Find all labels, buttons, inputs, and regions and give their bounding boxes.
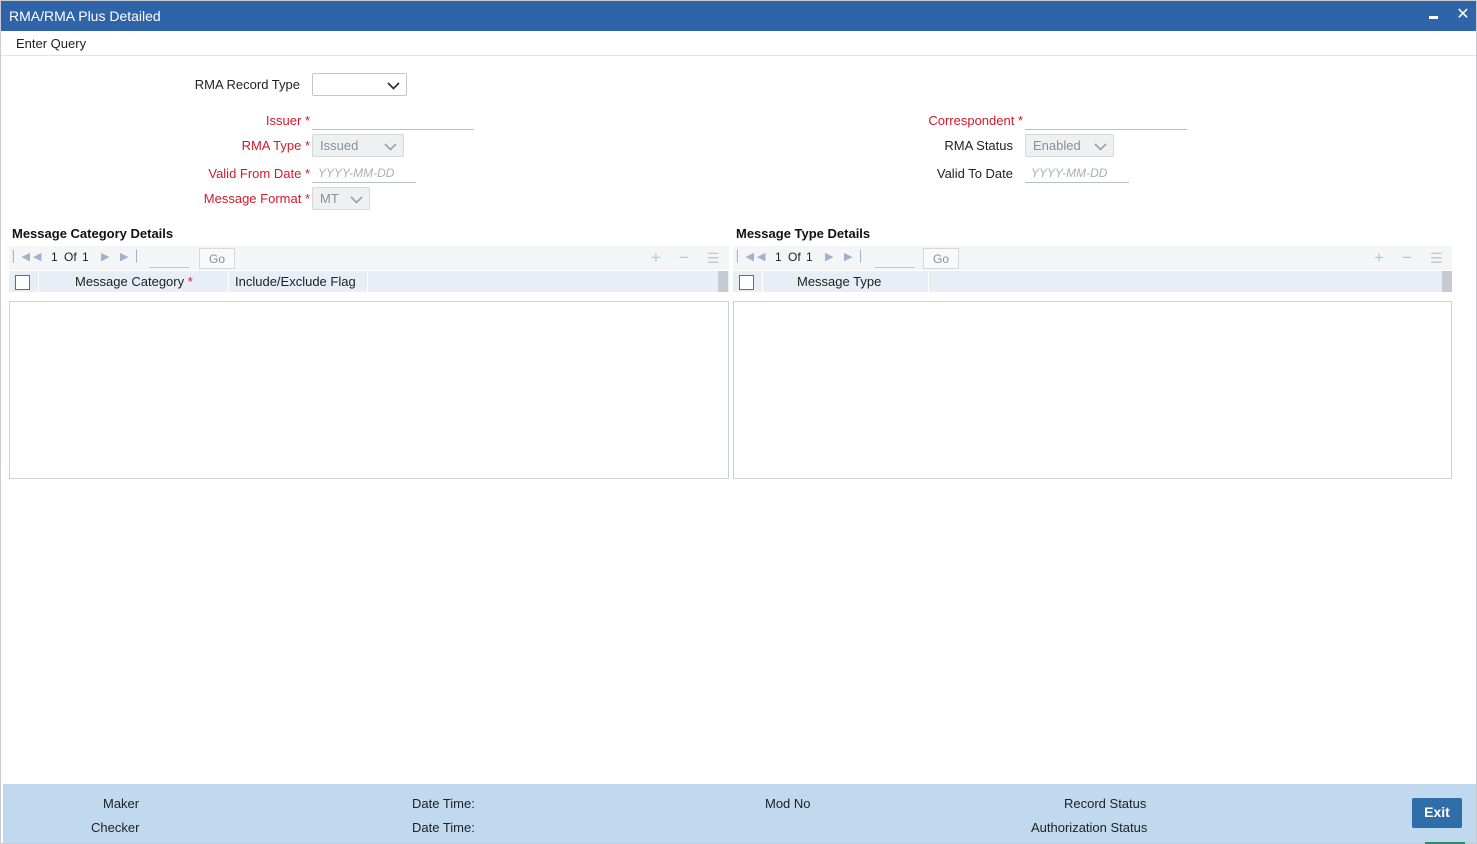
chevron-down-icon (384, 140, 397, 152)
exit-button[interactable]: Exit (1412, 798, 1462, 828)
rma-record-type-label: RMA Record Type (194, 77, 300, 92)
first-page-icon[interactable]: ▏◀ (737, 250, 754, 263)
delete-row-icon[interactable]: − (679, 248, 689, 268)
type-grid-body (733, 301, 1452, 479)
category-grid-header: Message Category * Include/Exclude Flag (9, 271, 729, 292)
go-button[interactable]: Go (923, 248, 959, 269)
list-view-icon[interactable]: ☰ (707, 250, 720, 267)
chevron-down-icon (387, 79, 400, 91)
last-page-icon[interactable]: ▶▕ (844, 250, 861, 263)
toolbar: Enter Query (1, 31, 1476, 56)
maker-label: Maker (103, 796, 140, 811)
rma-status-label: RMA Status (944, 138, 1013, 153)
valid-from-date-label: Valid From Date (151, 166, 310, 181)
rma-record-type-select[interactable] (312, 73, 407, 96)
first-page-icon[interactable]: ▏◀ (13, 250, 30, 263)
record-status-label: Record Status (1064, 796, 1147, 811)
close-icon[interactable]: ✕ (1453, 5, 1473, 25)
minimize-icon[interactable] (1423, 5, 1443, 25)
page-total: 1 (806, 250, 813, 264)
add-row-icon[interactable]: + (651, 248, 661, 268)
type-grid-pager: ▏◀ ◀ 1 Of 1 ▶ ▶▕ Go + − ☰ (733, 246, 1452, 270)
audit-footer: Maker Checker Date Time: Date Time: Mod … (3, 784, 1476, 843)
rma-status-select[interactable]: Enabled (1025, 134, 1114, 157)
page-of: Of (64, 250, 77, 264)
correspondent-label: Correspondent (863, 113, 1023, 128)
rma-type-select[interactable]: Issued (312, 134, 404, 157)
valid-to-date-input[interactable] (1025, 163, 1129, 183)
add-row-icon[interactable]: + (1374, 248, 1384, 268)
chevron-down-icon (1094, 140, 1107, 152)
message-format-value: MT (320, 191, 339, 206)
message-category-details-title: Message Category Details (12, 226, 174, 241)
column-message-category: Message Category * (75, 274, 193, 289)
page-total: 1 (82, 250, 89, 264)
issuer-input[interactable] (312, 110, 474, 130)
select-all-checkbox[interactable] (15, 275, 30, 290)
issuer-label: Issuer (151, 113, 310, 128)
rma-detailed-window: RMA/RMA Plus Detailed ✕ Enter Query RMA … (0, 0, 1477, 844)
rma-type-value: Issued (320, 138, 359, 153)
enter-query-button[interactable]: Enter Query (16, 36, 86, 51)
window-title: RMA/RMA Plus Detailed (9, 8, 161, 24)
rma-status-value: Enabled (1033, 138, 1081, 153)
message-format-label: Message Format (151, 191, 310, 206)
page-number-input[interactable] (149, 257, 189, 268)
title-bar: RMA/RMA Plus Detailed ✕ (1, 1, 1476, 31)
previous-page-icon[interactable]: ◀ (33, 250, 41, 263)
chevron-down-icon (350, 193, 363, 205)
next-page-icon[interactable]: ▶ (101, 250, 109, 263)
go-button[interactable]: Go (199, 248, 235, 269)
maker-date-time-label: Date Time: (412, 796, 475, 811)
select-all-checkbox[interactable] (739, 275, 754, 290)
checker-label: Checker (91, 820, 140, 835)
correspondent-input[interactable] (1025, 110, 1187, 130)
rma-type-label: RMA Type (151, 138, 310, 153)
page-current: 1 (775, 250, 782, 264)
page-of: Of (788, 250, 801, 264)
page-number-input[interactable] (875, 257, 915, 268)
header-scrollbar[interactable] (718, 271, 728, 292)
message-format-select[interactable]: MT (312, 187, 370, 210)
header-scrollbar[interactable] (1442, 271, 1452, 292)
message-type-details-title: Message Type Details (736, 226, 871, 241)
authorization-status-label: Authorization Status (1031, 820, 1148, 835)
list-view-icon[interactable]: ☰ (1430, 250, 1443, 267)
checker-date-time-label: Date Time: (412, 820, 475, 835)
type-grid-header: Message Type (733, 271, 1452, 292)
mod-no-label: Mod No (765, 796, 811, 811)
previous-page-icon[interactable]: ◀ (757, 250, 765, 263)
delete-row-icon[interactable]: − (1402, 248, 1412, 268)
column-include-exclude-flag: Include/Exclude Flag (235, 274, 356, 289)
page-current: 1 (51, 250, 58, 264)
category-grid-body (9, 301, 729, 479)
next-page-icon[interactable]: ▶ (825, 250, 833, 263)
valid-from-date-input[interactable] (312, 163, 416, 183)
valid-to-date-label: Valid To Date (936, 166, 1013, 181)
category-grid-pager: ▏◀ ◀ 1 Of 1 ▶ ▶▕ Go + − ☰ (9, 246, 729, 270)
column-message-type: Message Type (797, 274, 882, 289)
last-page-icon[interactable]: ▶▕ (120, 250, 137, 263)
